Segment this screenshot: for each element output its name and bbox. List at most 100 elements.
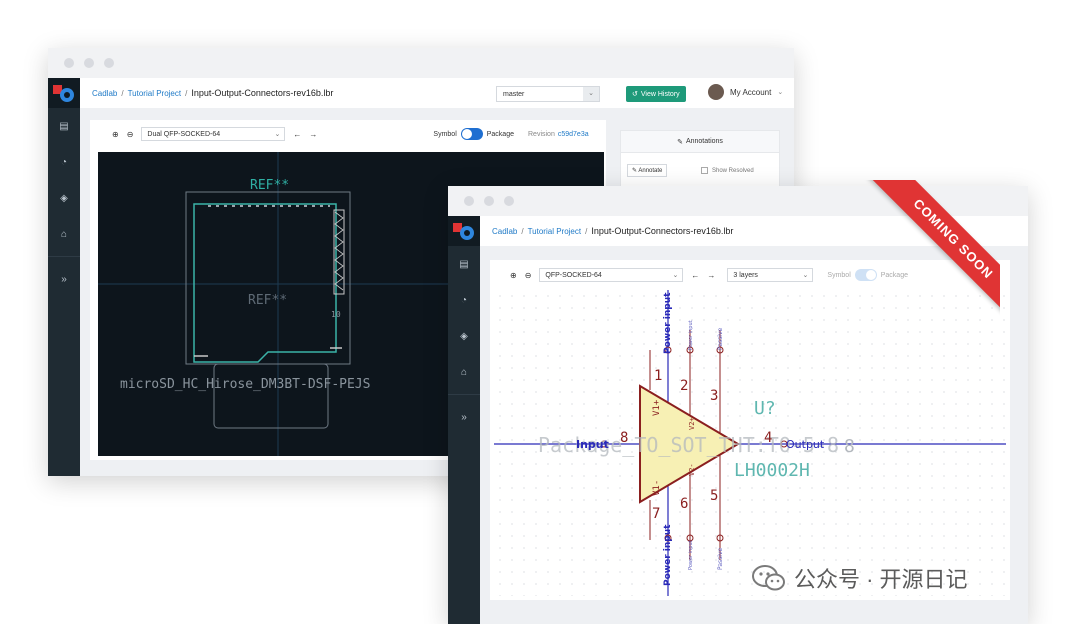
op-amp-symbol-drawing: Package_TO_SOT_THT:TO-5-8 Input Output U… — [494, 290, 1006, 596]
chevron-down-icon: ⌄ — [583, 87, 599, 101]
breadcrumb-project[interactable]: Tutorial Project — [128, 89, 182, 98]
breadcrumb-separator: / — [121, 88, 124, 98]
pin-number-text: 10 — [331, 310, 341, 319]
window-dot-close[interactable] — [64, 58, 74, 68]
viewer-toolbar: ⊕ ⊖ QFP-SOCKED-64 ⌄ ← → 3 layers ⌄ Symbo… — [510, 268, 908, 282]
chevron-down-icon: ⌄ — [672, 272, 679, 279]
pin-3: 3 — [710, 388, 718, 404]
zoom-in-icon[interactable]: ⊕ — [112, 130, 119, 139]
pin-2: 2 — [680, 378, 688, 394]
annotate-button[interactable]: ✎ Annotate — [627, 164, 668, 177]
pin-8-right: 8 — [844, 436, 855, 457]
cadlab-logo[interactable] — [48, 78, 80, 108]
value-text: LH0002H — [734, 460, 810, 481]
annotations-title: Annotations — [685, 138, 723, 145]
sidebar: ▤ ◔ ◈ ⌂ » — [48, 78, 80, 476]
layers-icon[interactable]: ◈ — [448, 318, 480, 354]
breadcrumb-separator: / — [521, 226, 524, 236]
comments-icon[interactable]: ◔ — [448, 282, 480, 318]
package-label: Package — [486, 130, 514, 138]
window-titlebar — [48, 48, 794, 78]
coming-soon-label: COMING SOON — [868, 180, 1000, 322]
arrow-right-icon[interactable]: → — [309, 130, 317, 139]
chevron-down-icon: ⌄ — [274, 131, 281, 138]
zoom-in-icon[interactable]: ⊕ — [510, 271, 517, 280]
window-dot-close[interactable] — [464, 196, 474, 206]
sidebar-divider — [48, 256, 80, 257]
files-icon[interactable]: ▤ — [48, 108, 80, 144]
schematic-viewer[interactable]: Package_TO_SOT_THT:TO-5-8 Input Output U… — [494, 290, 1006, 596]
breadcrumb-org[interactable]: Cadlab — [492, 227, 517, 236]
expand-sidebar-icon[interactable]: » — [448, 399, 480, 435]
expand-sidebar-icon[interactable]: » — [48, 261, 80, 297]
symbol-package-toggle[interactable] — [460, 128, 483, 140]
breadcrumb-file: Input-Output-Connectors-rev16b.lbr — [591, 226, 734, 236]
passive-bottom-label: Passive — [717, 548, 724, 570]
pin-5: 5 — [710, 488, 718, 504]
window-dot-minimize[interactable] — [84, 58, 94, 68]
part-select-value: Dual QFP-SOCKED-64 — [147, 130, 221, 138]
pencil-icon: ✎ — [677, 138, 683, 146]
revision-link[interactable]: c59d7e3a — [558, 131, 589, 138]
team-icon[interactable]: ⌂ — [448, 354, 480, 390]
passive-top-label: Passive — [717, 328, 724, 350]
annotations-panel: ✎ Annotations ✎ Annotate Show Resolved — [620, 130, 780, 192]
arrow-right-icon[interactable]: → — [707, 271, 715, 280]
window-dot-minimize[interactable] — [484, 196, 494, 206]
output-net-label: Output — [786, 438, 825, 451]
power-input-small-top: Power input — [688, 320, 694, 350]
part-select[interactable]: Dual QFP-SOCKED-64 ⌄ — [141, 127, 286, 141]
account-menu[interactable]: My Account ⌄ — [708, 84, 783, 100]
history-icon: ↺ — [632, 91, 638, 98]
ref-top-text: REF** — [250, 178, 289, 193]
branch-select[interactable]: master ⌄ — [496, 86, 600, 102]
sidebar-divider — [448, 394, 480, 395]
symbol-label: Symbol — [827, 271, 851, 279]
power-input-bottom-label: Power input — [663, 524, 673, 586]
v1-plus-label: V1+ — [652, 399, 662, 416]
files-icon[interactable]: ▤ — [448, 246, 480, 282]
part-select[interactable]: QFP-SOCKED-64 ⌄ — [539, 268, 684, 282]
topbar: Cadlab / Tutorial Project / Input-Output… — [80, 78, 794, 108]
breadcrumb-separator: / — [185, 88, 188, 98]
layers-select-value: 3 layers — [733, 271, 758, 279]
checkbox-box — [701, 167, 708, 174]
ref-center-text: REF** — [248, 293, 287, 308]
show-resolved-label: Show Resolved — [712, 167, 754, 174]
zoom-out-icon[interactable]: ⊖ — [127, 130, 134, 139]
breadcrumb-org[interactable]: Cadlab — [92, 89, 117, 98]
zoom-out-icon[interactable]: ⊖ — [525, 271, 532, 280]
avatar — [708, 84, 724, 100]
breadcrumb-file: Input-Output-Connectors-rev16b.lbr — [191, 88, 334, 98]
arrow-left-icon[interactable]: ← — [691, 271, 699, 280]
part-select-value: QFP-SOCKED-64 — [545, 271, 602, 279]
chevron-down-icon: ⌄ — [777, 89, 784, 96]
cadlab-logo-icon — [453, 223, 474, 240]
arrow-left-icon[interactable]: ← — [293, 130, 301, 139]
layers-select[interactable]: 3 layers ⌄ — [727, 268, 814, 282]
watermark-text: 公众号 · 开源日记 — [794, 567, 968, 592]
coming-soon-ribbon: COMING SOON — [858, 180, 1000, 322]
pin-4: 4 — [764, 430, 772, 446]
team-icon[interactable]: ⌂ — [48, 216, 80, 252]
view-history-button[interactable]: ↺ View History — [626, 86, 686, 102]
ref-designator: U? — [754, 398, 776, 419]
pin-8: 8 — [620, 430, 628, 446]
viewer-toolbar: ⊕ ⊖ Dual QFP-SOCKED-64 ⌄ ← → Symbol Pack… — [112, 127, 589, 141]
power-input-small-bottom: Power input — [688, 540, 694, 570]
account-label: My Account — [730, 87, 772, 97]
annotate-label: Annotate — [638, 168, 663, 174]
wechat-icon — [752, 565, 785, 591]
cadlab-logo[interactable] — [448, 216, 480, 246]
window-dot-maximize[interactable] — [104, 58, 114, 68]
layers-icon[interactable]: ◈ — [48, 180, 80, 216]
window-dot-maximize[interactable] — [504, 196, 514, 206]
revision-label: Revision — [528, 130, 555, 138]
comments-icon[interactable]: ◔ — [48, 144, 80, 180]
show-resolved-checkbox[interactable]: Show Resolved — [701, 167, 754, 174]
footprint-name-text: microSD_HC_Hirose_DM3BT-DSF-PEJS — [120, 377, 370, 392]
view-history-label: View History — [640, 90, 680, 98]
pin-7: 7 — [652, 506, 660, 522]
breadcrumb-separator: / — [585, 226, 588, 236]
breadcrumb-project[interactable]: Tutorial Project — [528, 227, 582, 236]
